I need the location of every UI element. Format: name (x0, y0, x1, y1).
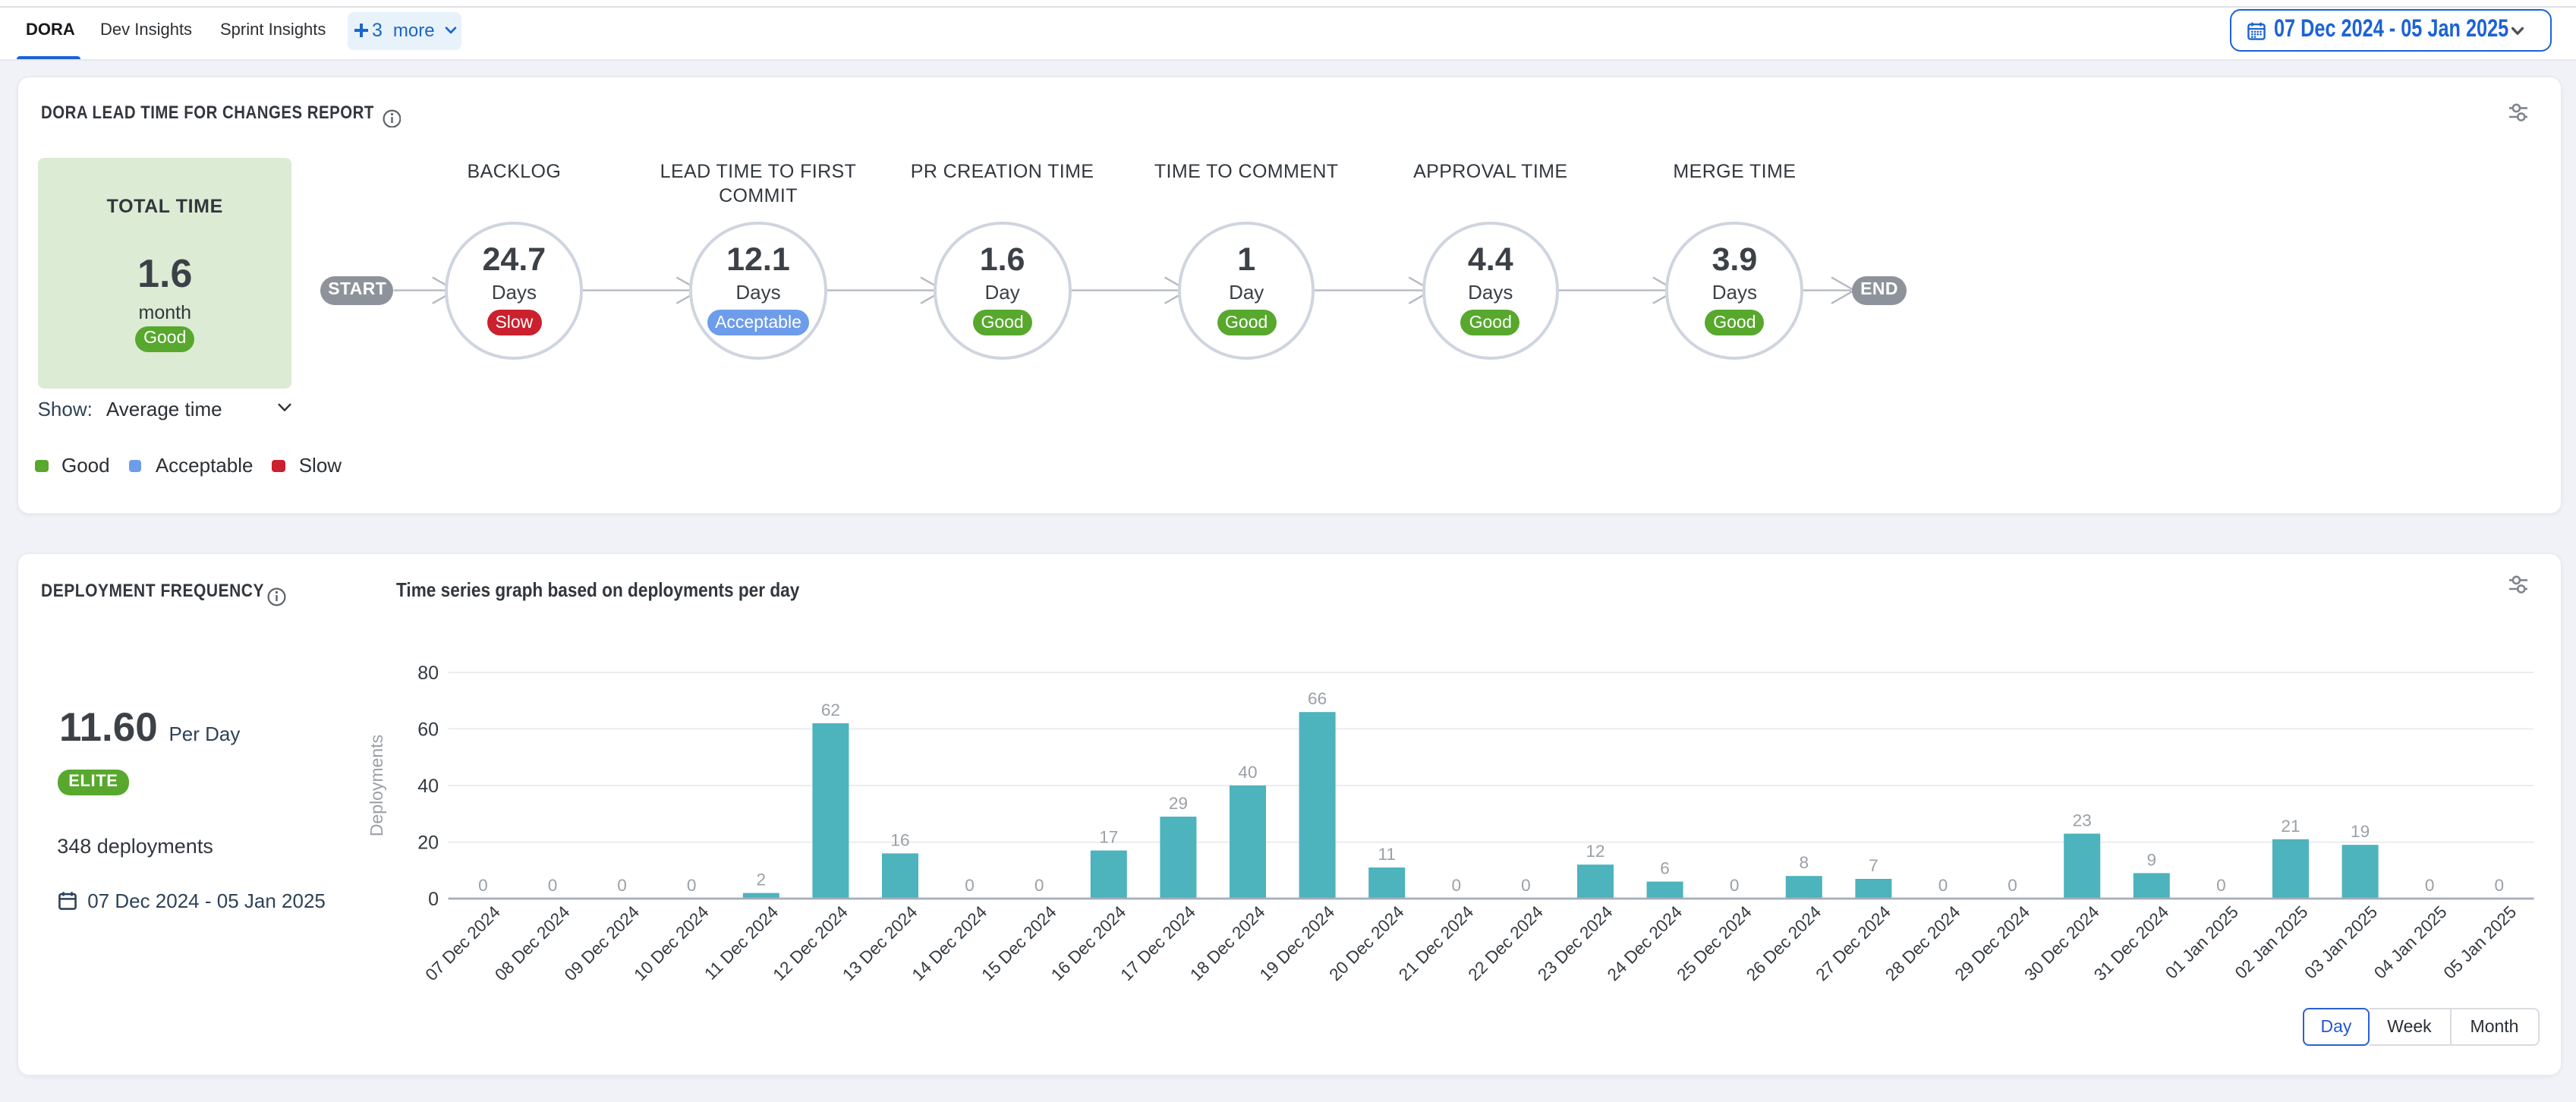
svg-text:0: 0 (1034, 876, 1044, 895)
svg-text:0: 0 (2216, 876, 2226, 895)
svg-text:0: 0 (2495, 876, 2505, 895)
svg-text:0: 0 (965, 876, 975, 895)
svg-text:02 Jan 2025: 02 Jan 2025 (2231, 902, 2312, 983)
svg-text:62: 62 (821, 701, 840, 719)
svg-text:0: 0 (548, 876, 558, 895)
svg-text:11: 11 (1378, 845, 1395, 864)
svg-text:01 Jan 2025: 01 Jan 2025 (2162, 902, 2242, 983)
svg-text:0: 0 (1452, 876, 1462, 895)
svg-text:21: 21 (2281, 817, 2300, 836)
svg-text:8: 8 (1800, 853, 1809, 872)
svg-text:0: 0 (1938, 876, 1948, 895)
svg-text:0: 0 (2425, 876, 2435, 895)
svg-text:16: 16 (890, 830, 909, 849)
svg-text:20: 20 (417, 832, 439, 853)
svg-text:0: 0 (617, 876, 627, 895)
svg-text:40: 40 (1238, 763, 1257, 782)
svg-text:0: 0 (2008, 876, 2017, 895)
svg-text:60: 60 (417, 719, 439, 741)
svg-text:17: 17 (1099, 828, 1118, 847)
svg-text:03 Jan 2025: 03 Jan 2025 (2301, 902, 2382, 983)
svg-text:Deployments: Deployments (367, 735, 386, 836)
svg-text:2: 2 (757, 871, 767, 889)
svg-text:0: 0 (1521, 876, 1531, 895)
svg-text:19: 19 (2351, 822, 2370, 841)
svg-text:0: 0 (687, 876, 697, 895)
svg-text:0: 0 (478, 876, 488, 895)
svg-text:80: 80 (417, 663, 439, 684)
svg-text:9: 9 (2147, 850, 2157, 869)
svg-text:6: 6 (1660, 859, 1670, 878)
svg-text:0: 0 (1730, 876, 1740, 895)
svg-text:7: 7 (1869, 856, 1878, 875)
svg-text:05 Jan 2025: 05 Jan 2025 (2440, 902, 2521, 983)
svg-text:23: 23 (2073, 811, 2092, 830)
svg-text:04 Jan 2025: 04 Jan 2025 (2370, 902, 2451, 983)
svg-text:12: 12 (1586, 842, 1604, 861)
svg-text:40: 40 (417, 776, 439, 797)
svg-text:29: 29 (1169, 794, 1188, 813)
svg-text:66: 66 (1308, 689, 1327, 708)
svg-text:0: 0 (428, 889, 439, 910)
